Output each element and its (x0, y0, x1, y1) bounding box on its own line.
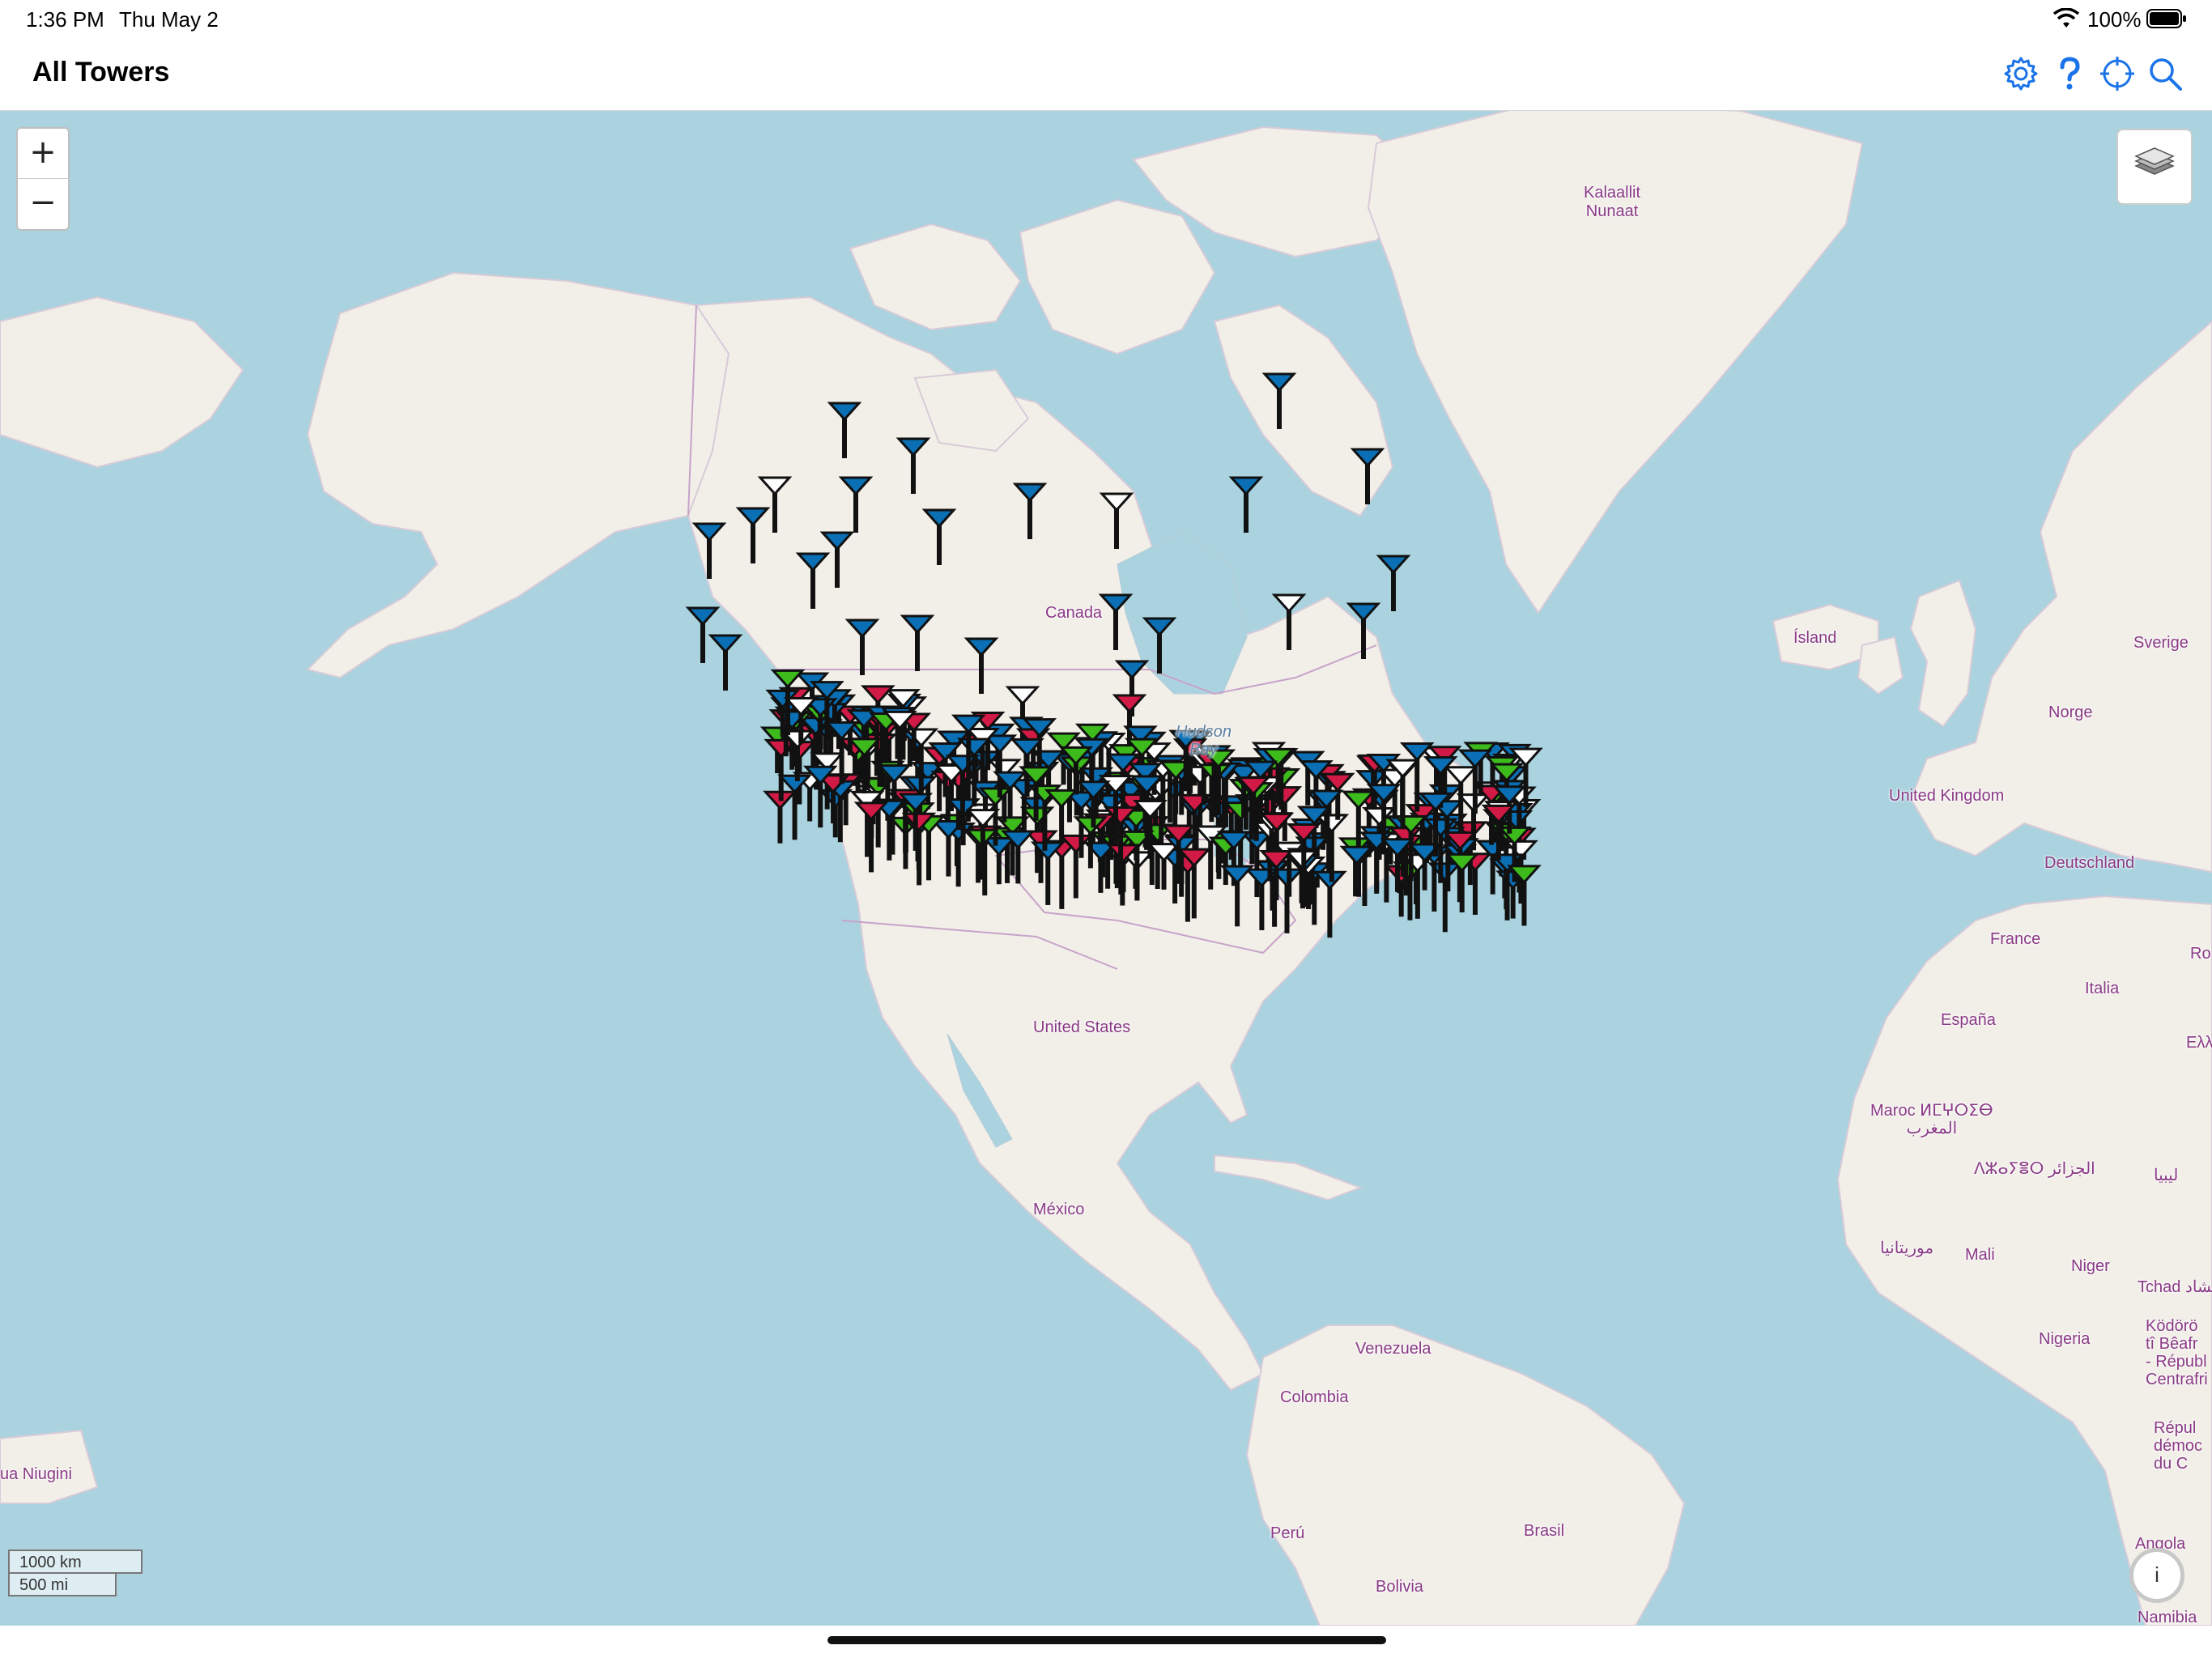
label-tchad: Tchad تشاد (2138, 1278, 2212, 1296)
scale-km: 1000 km (8, 1550, 143, 1574)
label-kalaallit: Kalaallit Nunaat (1584, 184, 1641, 220)
tower-marker[interactable] (757, 476, 793, 533)
tower-marker[interactable] (1312, 870, 1347, 938)
tower-marker[interactable] (1350, 448, 1385, 504)
tower-marker[interactable] (1098, 593, 1134, 650)
label-united-kingdom: United Kingdom (1889, 787, 2005, 805)
tower-marker[interactable] (827, 402, 862, 458)
label-bolivia: Bolivia (1376, 1578, 1423, 1596)
label-hudson-bay: Hudson Bay (1176, 723, 1231, 759)
page-title: All Towers (32, 57, 170, 87)
label-norge: Norge (2048, 704, 2093, 721)
label-espana: España (1941, 1011, 1996, 1029)
label-algerie: ⴷⵣⴰⵢⴻⵔ الجزائر (1974, 1160, 2095, 1178)
help-button[interactable] (2051, 55, 2088, 92)
info-button[interactable]: i (2129, 1548, 2184, 1603)
settings-icon (2004, 57, 2038, 91)
tower-marker[interactable] (895, 437, 931, 494)
search-button[interactable] (2146, 55, 2184, 92)
label-mexico: México (1033, 1201, 1085, 1218)
tower-marker[interactable] (900, 614, 935, 671)
tower-marker[interactable] (1346, 602, 1381, 659)
tower-marker[interactable] (838, 476, 874, 533)
label-ellas: Ελλ (2186, 1034, 2212, 1052)
label-sverige: Sverige (2133, 634, 2189, 652)
settings-button[interactable] (2002, 55, 2040, 92)
label-namibia: Namibia (2138, 1609, 2197, 1626)
tower-marker[interactable] (708, 634, 743, 691)
tower-marker[interactable] (1142, 617, 1177, 674)
label-venezuela: Venezuela (1355, 1340, 1431, 1358)
tower-marker[interactable] (1012, 483, 1048, 539)
tower-marker[interactable] (963, 637, 999, 694)
label-united-states: United States (1033, 1018, 1131, 1036)
locate-icon (2100, 57, 2134, 91)
label-island: Ísland (1793, 629, 1837, 647)
wifi-icon (2053, 8, 2079, 28)
label-rdc: Répul démoc du C (2154, 1419, 2203, 1473)
tower-markers-layer[interactable] (0, 111, 2212, 1626)
nav-bar: All Towers (0, 37, 2212, 111)
scale-bar: 1000 km 500 mi (8, 1550, 143, 1596)
status-time: 1:36 PM (26, 7, 104, 32)
help-icon (2060, 57, 2080, 90)
label-papua: ua Niugini (0, 1465, 72, 1483)
scale-mi: 500 mi (8, 1574, 117, 1596)
label-brasil: Brasil (1524, 1522, 1565, 1540)
label-canada: Canada (1045, 604, 1103, 622)
label-ro: Ro (2190, 945, 2211, 963)
label-peru: Perú (1270, 1524, 1305, 1542)
label-maroc: Maroc ⵍⵎⵖⵔⵉⴱ المغرب (1870, 1102, 1993, 1137)
tower-marker[interactable] (844, 619, 880, 675)
zoom-out-button[interactable]: − (18, 178, 68, 228)
battery-full-icon (2146, 9, 2186, 28)
tower-marker[interactable] (1228, 476, 1264, 533)
label-nigeria: Nigeria (2039, 1330, 2091, 1348)
label-mauritania: موريتانيا (1880, 1239, 1934, 1257)
tower-marker[interactable] (853, 801, 889, 873)
locate-button[interactable] (2099, 55, 2136, 92)
layers-button[interactable] (2116, 129, 2193, 205)
battery-percent: 100% (2087, 7, 2142, 32)
label-italia: Italia (2085, 980, 2120, 997)
label-libya: ليبيا (2154, 1167, 2179, 1184)
zoom-control: + − (16, 127, 70, 231)
label-france: France (1990, 930, 2041, 948)
tower-marker[interactable] (691, 522, 727, 579)
home-indicator[interactable] (827, 1636, 1386, 1644)
label-deutschland: Deutschland (2044, 854, 2135, 872)
tower-marker[interactable] (1376, 555, 1411, 611)
label-colombia: Colombia (1280, 1388, 1349, 1406)
tower-marker[interactable] (1261, 372, 1297, 429)
tower-marker[interactable] (795, 552, 831, 609)
status-date: Thu May 2 (119, 7, 219, 32)
status-bar: 1:36 PM Thu May 2 100% (0, 0, 2212, 37)
label-niger: Niger (2071, 1257, 2110, 1275)
search-icon (2150, 58, 2182, 91)
tower-marker[interactable] (819, 531, 855, 588)
tower-marker[interactable] (1271, 593, 1307, 650)
map-view[interactable]: Kalaallit Nunaat Canada Hudson Bay Íslan… (0, 111, 2212, 1626)
tower-marker[interactable] (1099, 492, 1134, 549)
zoom-in-button[interactable]: + (18, 129, 68, 178)
tower-marker[interactable] (735, 507, 771, 563)
tower-marker[interactable] (921, 508, 957, 565)
layers-icon (2134, 147, 2175, 175)
label-mali: Mali (1965, 1246, 1995, 1264)
label-centrafrique: Ködörö tî Bêafr - Républ Centrafri (2146, 1317, 2208, 1388)
